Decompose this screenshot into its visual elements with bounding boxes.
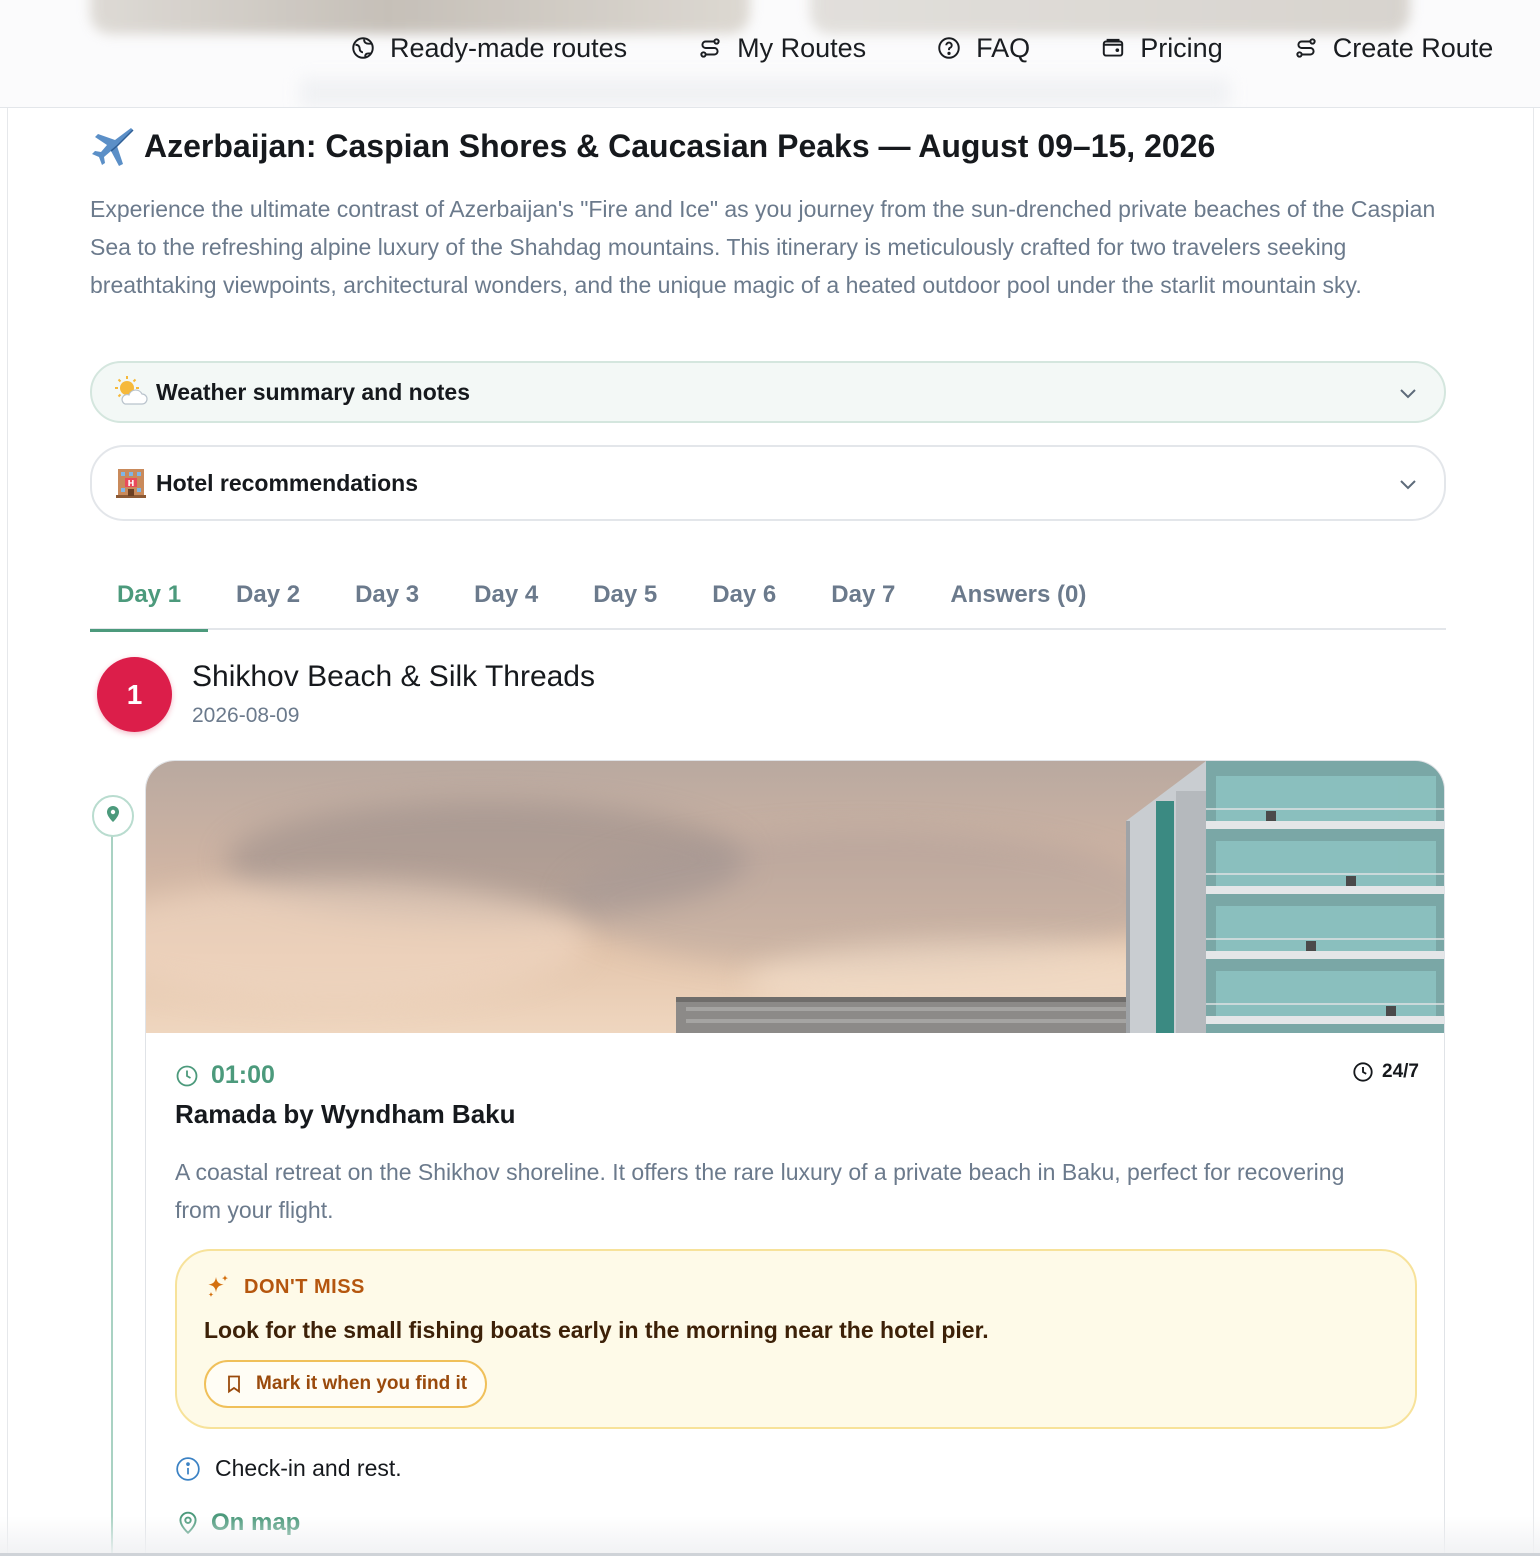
tab-day-2[interactable]: Day 2	[209, 560, 327, 630]
globe-icon	[350, 35, 376, 61]
opening-hours-value: 24/7	[1382, 1061, 1419, 1082]
place-name: Ramada by Wyndham Baku	[175, 1099, 516, 1129]
hotel-accordion-label: Hotel recommendations	[156, 469, 418, 496]
sun-cloud-icon	[114, 375, 148, 409]
svg-text:H: H	[128, 479, 135, 488]
weather-accordion-label: Weather summary and notes	[156, 378, 471, 405]
tab-day-1[interactable]: Day 1	[90, 560, 209, 632]
nav-faq-label: FAQ	[976, 32, 1031, 63]
day-number-badge: 1	[97, 657, 172, 732]
tab-day-6[interactable]: Day 6	[685, 560, 803, 630]
opening-hours: 24/7	[1352, 1061, 1419, 1083]
weather-accordion[interactable]: Weather summary and notes	[90, 361, 1446, 423]
route-icon	[697, 35, 723, 61]
tab-day-4[interactable]: Day 4	[447, 560, 565, 630]
nav-create-route[interactable]: Create Route	[1293, 32, 1494, 64]
nav-pricing[interactable]: Pricing	[1100, 33, 1223, 64]
page-border-right	[1533, 108, 1534, 1556]
stop-card: 01:00 24/7 Ramada by Wyndham Baku A coas…	[145, 760, 1445, 1556]
day-tabs: Day 1 Day 2 Day 3 Day 4 Day 5 Day 6 Day …	[90, 560, 1446, 632]
chevron-down-icon	[1398, 382, 1418, 402]
clock-icon	[1352, 1061, 1374, 1083]
mark-found-button[interactable]: Mark it when you find it	[204, 1360, 488, 1408]
chevron-down-icon	[1398, 473, 1418, 493]
sparkles-icon	[204, 1273, 232, 1301]
tab-day-3[interactable]: Day 3	[328, 560, 446, 630]
dont-miss-box: DON'T MISS Look for the small fishing bo…	[175, 1249, 1417, 1429]
hotel-accordion[interactable]: H Hotel recommendations	[90, 445, 1446, 521]
info-icon	[175, 1456, 201, 1482]
tab-answers[interactable]: Answers (0)	[923, 560, 1113, 630]
hotel-icon: H	[114, 466, 148, 500]
route-icon	[1293, 35, 1319, 61]
help-circle-icon	[936, 35, 962, 61]
stop-note-text: Check-in and rest.	[215, 1455, 402, 1481]
day-title: Shikhov Beach & Silk Threads	[192, 660, 595, 693]
tab-day-5[interactable]: Day 5	[566, 560, 684, 630]
dont-miss-header: DON'T MISS	[204, 1273, 365, 1301]
page-border-left	[7, 108, 8, 1556]
hotel-photo	[146, 761, 1444, 1033]
stop-note: Check-in and rest.	[175, 1455, 402, 1482]
page-title: Azerbaijan: Caspian Shores & Caucasian P…	[90, 124, 1215, 168]
top-navigation: Ready-made routes My Routes FAQ Pricing …	[0, 0, 1540, 108]
nav-menu: Ready-made routes My Routes FAQ Pricing …	[350, 30, 1493, 66]
stop-time-value: 01:00	[211, 1061, 275, 1089]
dont-miss-label: DON'T MISS	[244, 1275, 365, 1298]
nav-create-route-label: Create Route	[1332, 32, 1494, 63]
trip-description: Experience the ultimate contrast of Azer…	[90, 196, 1436, 298]
dont-miss-text: Look for the small fishing boats early i…	[204, 1317, 989, 1343]
timeline-line	[111, 836, 113, 1556]
bookmark-icon	[224, 1374, 244, 1394]
blurred-header-image-right	[810, 0, 1410, 34]
place-description: A coastal retreat on the Shikhov shoreli…	[175, 1159, 1345, 1223]
airplane-icon	[90, 124, 134, 168]
blurred-header-shadow	[300, 78, 1230, 107]
clock-icon	[175, 1064, 199, 1088]
trip-title-text: Azerbaijan: Caspian Shores & Caucasian P…	[144, 127, 1216, 164]
nav-my-routes-label: My Routes	[737, 32, 867, 63]
wallet-icon	[1100, 35, 1126, 61]
bottom-fade	[0, 1516, 1540, 1556]
nav-pricing-label: Pricing	[1140, 32, 1223, 63]
nav-faq[interactable]: FAQ	[936, 33, 1030, 64]
blurred-header-image-left	[90, 0, 750, 34]
day-date: 2026-08-09	[192, 704, 300, 727]
stop-time: 01:00	[175, 1061, 275, 1090]
map-pin-icon	[103, 804, 123, 829]
timeline-pin	[92, 795, 134, 837]
tab-day-7[interactable]: Day 7	[804, 560, 922, 630]
nav-ready-made-routes[interactable]: Ready-made routes	[350, 33, 627, 64]
nav-my-routes[interactable]: My Routes	[697, 33, 866, 64]
nav-ready-made-routes-label: Ready-made routes	[390, 32, 628, 63]
mark-found-button-label: Mark it when you find it	[256, 1373, 468, 1394]
